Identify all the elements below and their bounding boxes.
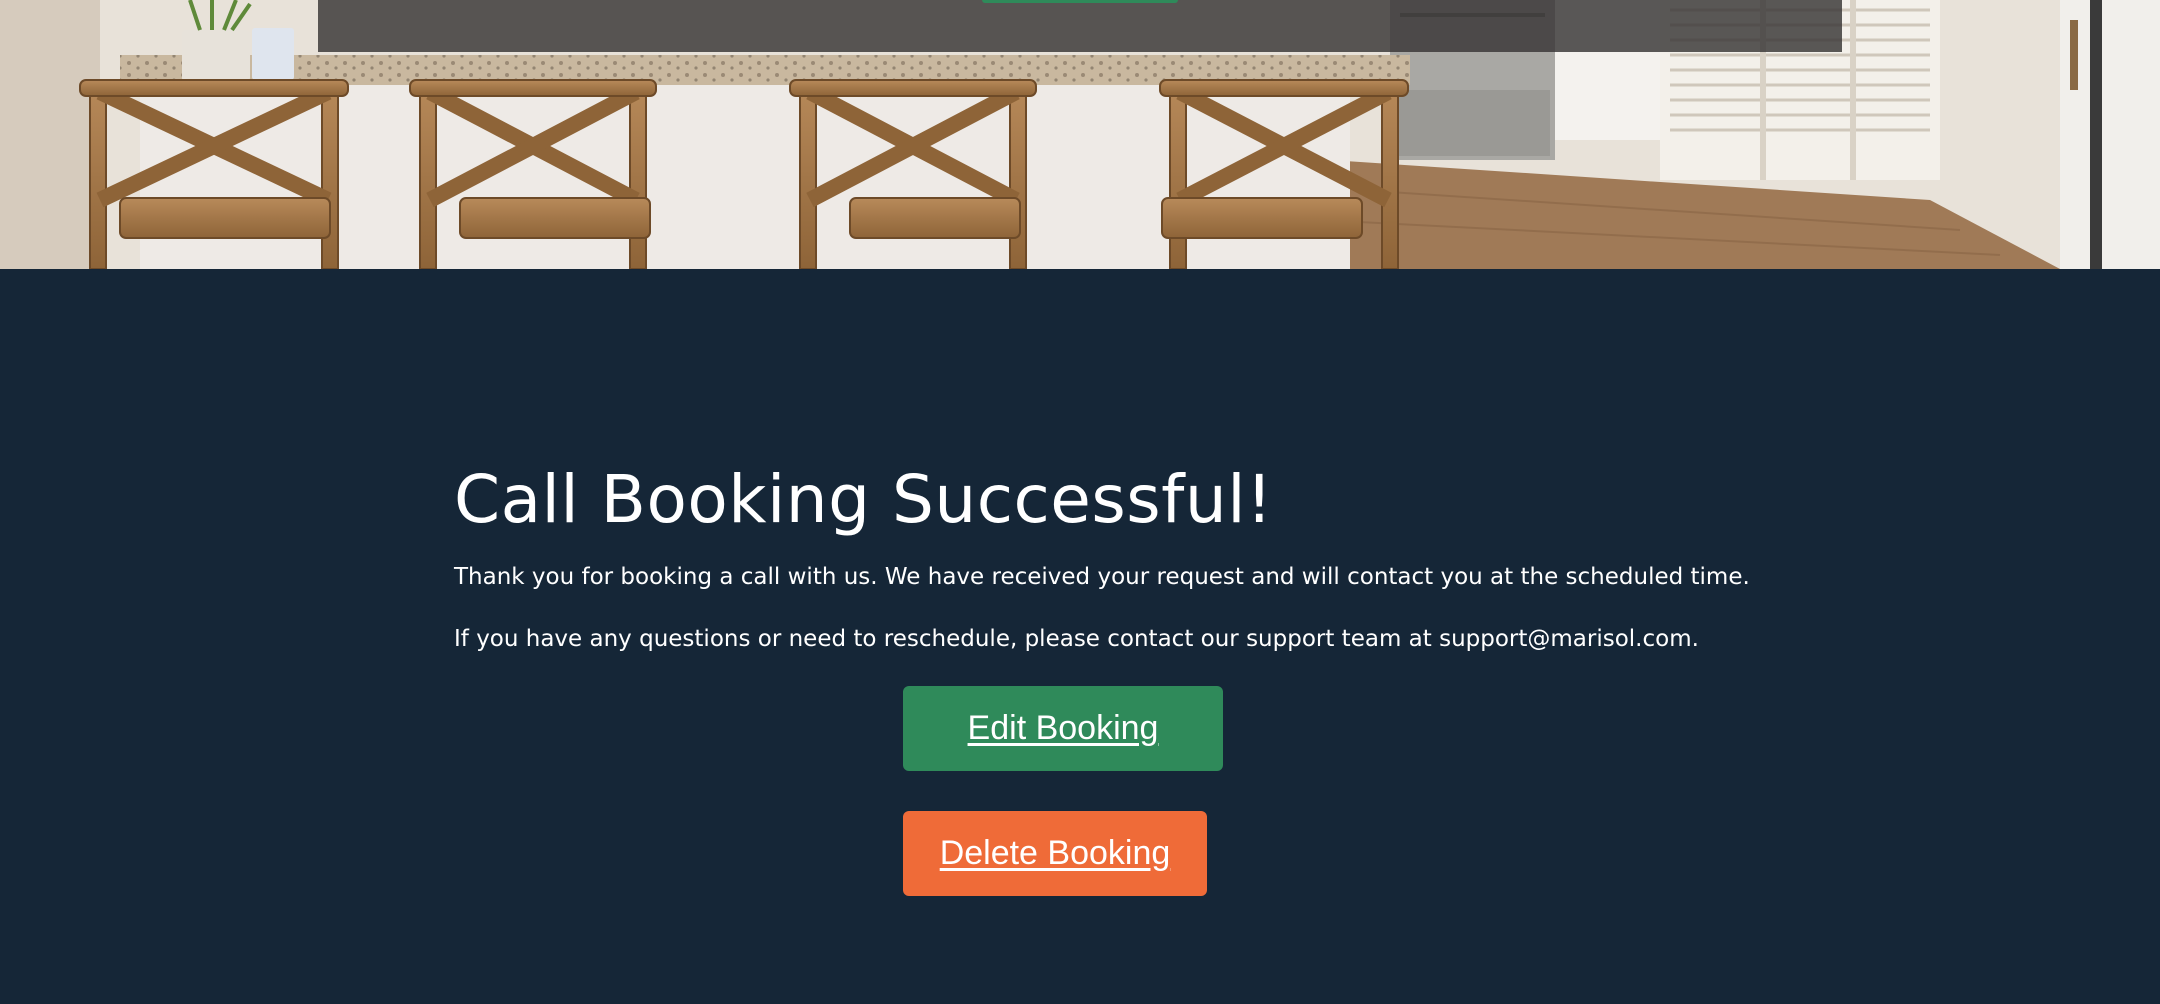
- booking-confirmation-section: Call Booking Successful! Thank you for b…: [0, 269, 2160, 1004]
- delete-booking-button[interactable]: Delete Booking: [903, 811, 1207, 896]
- page: Call Booking Successful! Thank you for b…: [0, 0, 2160, 1004]
- nav-bar-overlay: [318, 0, 1842, 52]
- nav-cta-button-edge[interactable]: [982, 0, 1178, 3]
- edit-booking-button[interactable]: Edit Booking: [903, 686, 1223, 771]
- support-note: If you have any questions or need to res…: [454, 626, 1699, 652]
- hero-kitchen-photo: [0, 0, 2160, 269]
- confirmation-message: Thank you for booking a call with us. We…: [454, 564, 1750, 590]
- page-title: Call Booking Successful!: [454, 461, 1274, 538]
